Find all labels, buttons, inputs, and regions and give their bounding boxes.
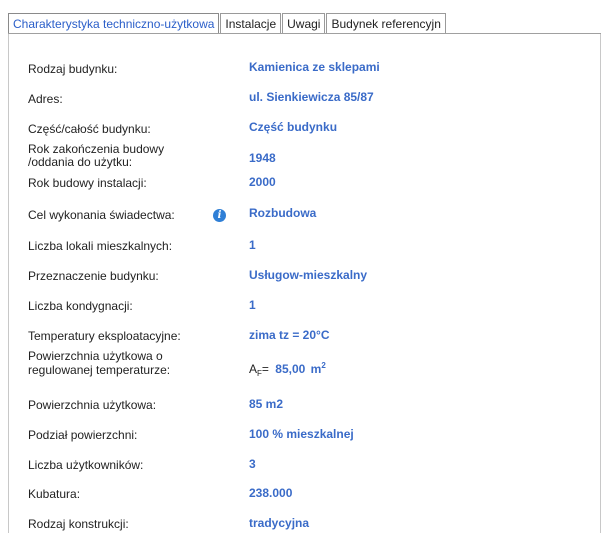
tab-budynek-referencyjny[interactable]: Budynek referencyjn xyxy=(326,13,446,34)
field-label: Rok zakończenia budowy xyxy=(28,142,165,156)
field-value: 3 xyxy=(249,457,256,471)
field-value: 1948 xyxy=(249,151,276,165)
field-value: zima tz = 20°C xyxy=(249,328,330,342)
field-value: 85 m2 xyxy=(249,397,284,411)
field-label: Kubatura: xyxy=(28,487,81,501)
area-unit: m xyxy=(310,362,322,376)
field-value: 1 xyxy=(249,238,256,252)
field-label: Rodzaj konstrukcji: xyxy=(28,517,129,531)
field-label-line2: /oddania do użytku: xyxy=(28,155,133,169)
field-label: Temperatury eksploatacyjne: xyxy=(28,329,181,343)
field-label: Rok budowy instalacji: xyxy=(28,176,147,190)
field-value-group: AF= 85,00 m2 xyxy=(249,359,326,381)
field-label: Liczba użytkowników: xyxy=(28,458,144,472)
field-value: 100 % mieszkalnej xyxy=(249,427,354,441)
field-value: Usługow-mieszkalny xyxy=(249,268,368,282)
field-label: Liczba lokali mieszkalnych: xyxy=(28,239,173,253)
info-icon[interactable]: i xyxy=(213,209,226,222)
field-label: Adres: xyxy=(28,92,63,106)
tab-charakterystyka[interactable]: Charakterystyka techniczno-użytkowa xyxy=(8,13,220,34)
field-value: Kamienica ze sklepami xyxy=(249,60,380,74)
field-label: Część/całość budynku: xyxy=(28,122,151,136)
field-label: Powierzchnia użytkowa: xyxy=(28,398,157,412)
area-symbol: A xyxy=(249,362,258,376)
tab-uwagi[interactable]: Uwagi xyxy=(282,13,326,34)
field-value: 85,00 xyxy=(275,362,306,376)
tab-bar: Charakterystyka techniczno-użytkowa Inst… xyxy=(8,12,447,34)
field-label: Cel wykonania świadectwa: xyxy=(28,208,175,222)
field-value: 1 xyxy=(249,298,256,312)
field-value: 238.000 xyxy=(249,486,293,500)
field-label: Powierzchnia użytkowa o xyxy=(28,349,163,363)
field-label: Liczba kondygnacji: xyxy=(28,299,133,313)
area-unit-superscript: 2 xyxy=(321,361,326,370)
field-value: 2000 xyxy=(249,175,276,189)
field-value: ul. Sienkiewicza 85/87 xyxy=(249,90,374,104)
field-value: Część budynku xyxy=(249,120,338,134)
equals-sign: = xyxy=(261,362,269,376)
details-panel: Rodzaj budynku: Kamienica ze sklepami Ad… xyxy=(8,34,601,533)
field-label: Przeznaczenie budynku: xyxy=(28,269,159,283)
field-label-line2: regulowanej temperaturze: xyxy=(28,363,171,377)
field-value: Rozbudowa xyxy=(249,206,317,220)
tab-instalacje[interactable]: Instalacje xyxy=(220,13,282,34)
field-label: Rodzaj budynku: xyxy=(28,62,118,76)
field-label: Podział powierzchni: xyxy=(28,428,138,442)
field-value: tradycyjna xyxy=(249,516,310,530)
